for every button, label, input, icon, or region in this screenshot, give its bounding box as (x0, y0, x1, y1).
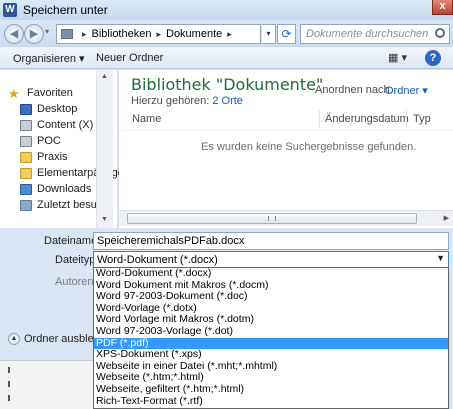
document-mark (8, 395, 10, 401)
breadcrumb-bibliotheken[interactable]: Bibliotheken (92, 28, 152, 40)
filetype-selected-value: Word-Dokument (*.docx) (97, 254, 218, 266)
help-icon[interactable]: ? (425, 50, 441, 66)
sidebar-item-label: Favoriten (27, 87, 73, 99)
sidebar-item-content[interactable]: Content (X) (20, 119, 93, 131)
drive-icon (20, 119, 32, 131)
history-dropdown-icon[interactable]: ▾ (45, 27, 49, 36)
star-icon: ★ (8, 85, 20, 101)
breadcrumb-separator-icon[interactable]: ▸ (227, 29, 232, 40)
close-button[interactable]: x (432, 0, 453, 15)
address-bar[interactable]: ▸ Bibliotheken ▸ Dokumente ▸ (56, 24, 261, 44)
filetype-option[interactable]: Word-Dokument (*.docx) (94, 268, 448, 280)
scroll-down-icon[interactable]: ▼ (101, 216, 108, 223)
scroll-up-icon[interactable]: ▲ (101, 73, 108, 80)
arrange-by-label: Anordnen nach: (315, 84, 393, 96)
location-icon (61, 29, 73, 39)
drive-icon (20, 135, 32, 147)
authors-label: Autoren: (55, 276, 97, 288)
recent-icon (20, 199, 32, 211)
empty-results-message: Es wurden keine Suchergebnisse gefunden. (201, 141, 417, 153)
downloads-icon (20, 183, 32, 195)
filetype-option[interactable]: XPS-Dokument (*.xps) (94, 349, 448, 361)
column-divider[interactable] (406, 110, 407, 128)
filename-input[interactable]: SpeicheremichalsPDFab.docx (93, 232, 449, 250)
view-options-icon[interactable]: ▦ ▾ (388, 51, 407, 64)
address-row: ◀ ▶ ▾ ▸ Bibliotheken ▸ Dokumente ▸ ▾ ⟳ D… (0, 20, 453, 46)
new-folder-button[interactable]: Neuer Ordner (96, 52, 163, 64)
search-icon[interactable] (435, 28, 445, 38)
scrollbar-thumb[interactable] (127, 213, 417, 224)
title-bar: W Speichern unter x (0, 0, 453, 20)
folder-icon (20, 151, 32, 163)
breadcrumb-separator-icon[interactable]: ▸ (82, 29, 87, 40)
forward-button[interactable]: ▶ (24, 24, 44, 44)
window-title: Speichern unter (23, 3, 108, 17)
library-title: Bibliothek "Dokumente" (131, 75, 324, 94)
sidebar-item-desktop[interactable]: Desktop (20, 103, 77, 115)
sidebar-item-favoriten[interactable]: ★ Favoriten (8, 85, 73, 101)
horizontal-scrollbar[interactable]: ▶ (119, 210, 453, 226)
background-document (0, 360, 93, 409)
chevron-up-icon: ▲ (8, 333, 20, 345)
arrange-by-dropdown[interactable]: Ordner ▾ (385, 84, 428, 97)
filetype-options-list[interactable]: Word-Dokument (*.docx) Word Dokument mit … (93, 267, 449, 409)
sidebar-item-praxis[interactable]: Praxis (20, 151, 68, 163)
filename-label: Dateiname: (44, 235, 101, 247)
filetype-label: Dateityp: (55, 254, 99, 266)
sidebar-item-downloads[interactable]: Downloads (20, 183, 91, 195)
navigation-pane: ★ Favoriten Desktop Content (X) POC Prax… (0, 70, 124, 228)
breadcrumb-separator-icon[interactable]: ▸ (156, 29, 161, 40)
search-input[interactable]: Dokumente durchsuchen (300, 24, 450, 44)
sidebar-scrollbar[interactable]: ▲ ▼ (96, 70, 113, 228)
toolbar: Organisieren ▾ Neuer Ordner ▦ ▾ ? (0, 46, 453, 69)
sidebar-item-label: POC (37, 135, 61, 147)
desktop-icon (20, 103, 32, 115)
sidebar-item-label: Downloads (37, 183, 92, 195)
sidebar-item-poc[interactable]: POC (20, 135, 61, 147)
back-button[interactable]: ◀ (4, 24, 24, 44)
sidebar-item-label: Praxis (37, 151, 68, 163)
header-divider (119, 130, 453, 131)
search-placeholder: Dokumente durchsuchen (306, 28, 429, 40)
sidebar-item-label: Desktop (37, 103, 78, 115)
column-divider[interactable] (319, 110, 320, 128)
sidebar-item-label: Content (X) (37, 119, 94, 131)
column-header-name[interactable]: Name (132, 113, 161, 125)
breadcrumb-dokumente[interactable]: Dokumente (166, 28, 222, 40)
library-locations-link[interactable]: 2 Orte (212, 95, 243, 107)
filetype-option[interactable]: Word 97-2003-Vorlage (*.dot) (94, 325, 448, 338)
document-mark (8, 367, 10, 373)
document-mark (8, 381, 10, 387)
column-header-date[interactable]: Änderungsdatum (325, 113, 409, 125)
address-dropdown-icon[interactable]: ▾ (262, 24, 276, 44)
chevron-down-icon[interactable]: ▼ (436, 253, 445, 263)
library-subtitle: Hierzu gehören: 2 Orte (131, 95, 243, 107)
organize-button[interactable]: Organisieren ▾ (13, 52, 85, 65)
refresh-icon[interactable]: ⟳ (277, 24, 296, 44)
filetype-option[interactable]: Webseite, gefiltert (*.htm;*.html) (94, 383, 448, 396)
library-includes-label: Hierzu gehören: (131, 95, 210, 107)
column-header-type[interactable]: Typ (413, 113, 431, 125)
scroll-right-icon[interactable]: ▶ (444, 214, 449, 222)
content-pane: Bibliothek "Dokumente" Hierzu gehören: 2… (119, 70, 453, 228)
grip-icon (268, 216, 276, 221)
word-app-icon: W (3, 3, 17, 17)
folder-icon (20, 167, 32, 179)
